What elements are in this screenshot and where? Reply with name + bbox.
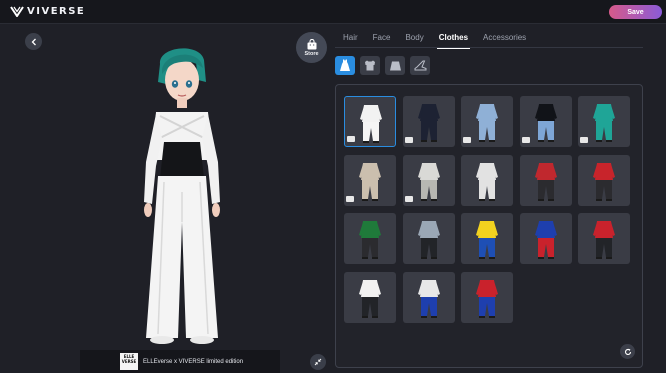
outfit-thumbnail [476,162,498,201]
outfit-item[interactable] [344,154,396,206]
outfit-thumbnail [417,279,440,318]
outfit-thumbnail [476,279,498,318]
tab-face[interactable]: Face [373,33,391,47]
viverse-logo-icon [10,6,24,17]
save-button[interactable]: Save [609,5,662,19]
outfit-item[interactable] [519,213,572,264]
category-tabs: Hair Face Body Clothes Accessories [343,33,541,49]
tab-accessories[interactable]: Accessories [483,33,526,47]
outfit-item[interactable] [578,213,630,264]
outfit-item[interactable] [402,271,455,323]
outfit-grid-panel [335,84,643,368]
outfit-item[interactable] [519,154,572,206]
limited-edition-tag-icon [463,137,471,143]
fullscreen-button[interactable] [310,354,326,370]
refresh-button[interactable] [620,344,635,359]
subcategory-shoes[interactable] [410,56,430,75]
back-button[interactable] [25,33,42,50]
limited-edition-tag-icon [404,195,413,202]
outfit-thumbnail [534,221,557,259]
outfit-caption-text: ELLEverse x VIVERSE limited edition [143,358,244,365]
outfit-item[interactable] [344,96,396,147]
bottom-icon [389,61,401,70]
tab-clothes[interactable]: Clothes [436,33,471,49]
outfit-thumbnail [417,221,440,259]
top-icon [365,60,375,71]
collapse-arrows-icon [314,358,322,366]
outfit-item[interactable] [461,271,513,323]
limited-edition-tag-icon [347,136,355,142]
subcategory-tops[interactable] [360,56,380,75]
shoe-icon [414,60,426,71]
avatar-preview[interactable] [100,42,270,352]
outfit-item[interactable] [344,213,396,264]
limited-edition-tag-icon [580,137,588,143]
dress-icon [340,59,350,71]
outfit-caption: ELLE VERSE ELLEverse x VIVERSE limited e… [80,350,280,373]
outfit-item[interactable] [402,154,455,206]
outfit-item[interactable] [519,96,572,147]
outfit-item[interactable] [402,96,455,147]
outfit-thumbnail [593,221,615,259]
tab-body[interactable]: Body [405,33,423,47]
top-bar: VIVERSE Save [0,0,666,24]
subcategory-dress[interactable] [335,56,355,75]
store-button[interactable]: Store [296,32,327,63]
outfit-thumbnail [476,221,498,259]
tabs-divider [335,47,643,48]
outfit-item[interactable] [402,213,455,264]
brand-logo: VIVERSE [10,5,85,17]
limited-edition-tag-icon [404,137,413,143]
outfit-item[interactable] [461,154,513,206]
subcategory-bottoms[interactable] [385,56,405,75]
limited-edition-tag-icon [346,195,354,202]
refresh-icon [624,348,631,355]
brand-name: VIVERSE [27,5,86,17]
outfit-item[interactable] [461,213,513,264]
chevron-left-icon [31,38,36,45]
outfit-item[interactable] [578,154,630,206]
outfit-thumbnail [359,279,381,318]
outfit-item[interactable] [578,96,630,147]
outfit-thumbnail [534,162,557,201]
store-label: Store [304,50,319,57]
tab-hair[interactable]: Hair [343,33,358,47]
avatar-figure [144,48,220,344]
outfit-thumbnail [359,221,381,259]
shopping-bag-icon [307,38,316,49]
outfit-thumbnail [593,162,615,201]
outfit-item[interactable] [344,271,396,323]
elleverse-logo: ELLE VERSE [120,353,138,370]
outfit-item[interactable] [461,96,513,147]
limited-edition-tag-icon [521,137,530,143]
